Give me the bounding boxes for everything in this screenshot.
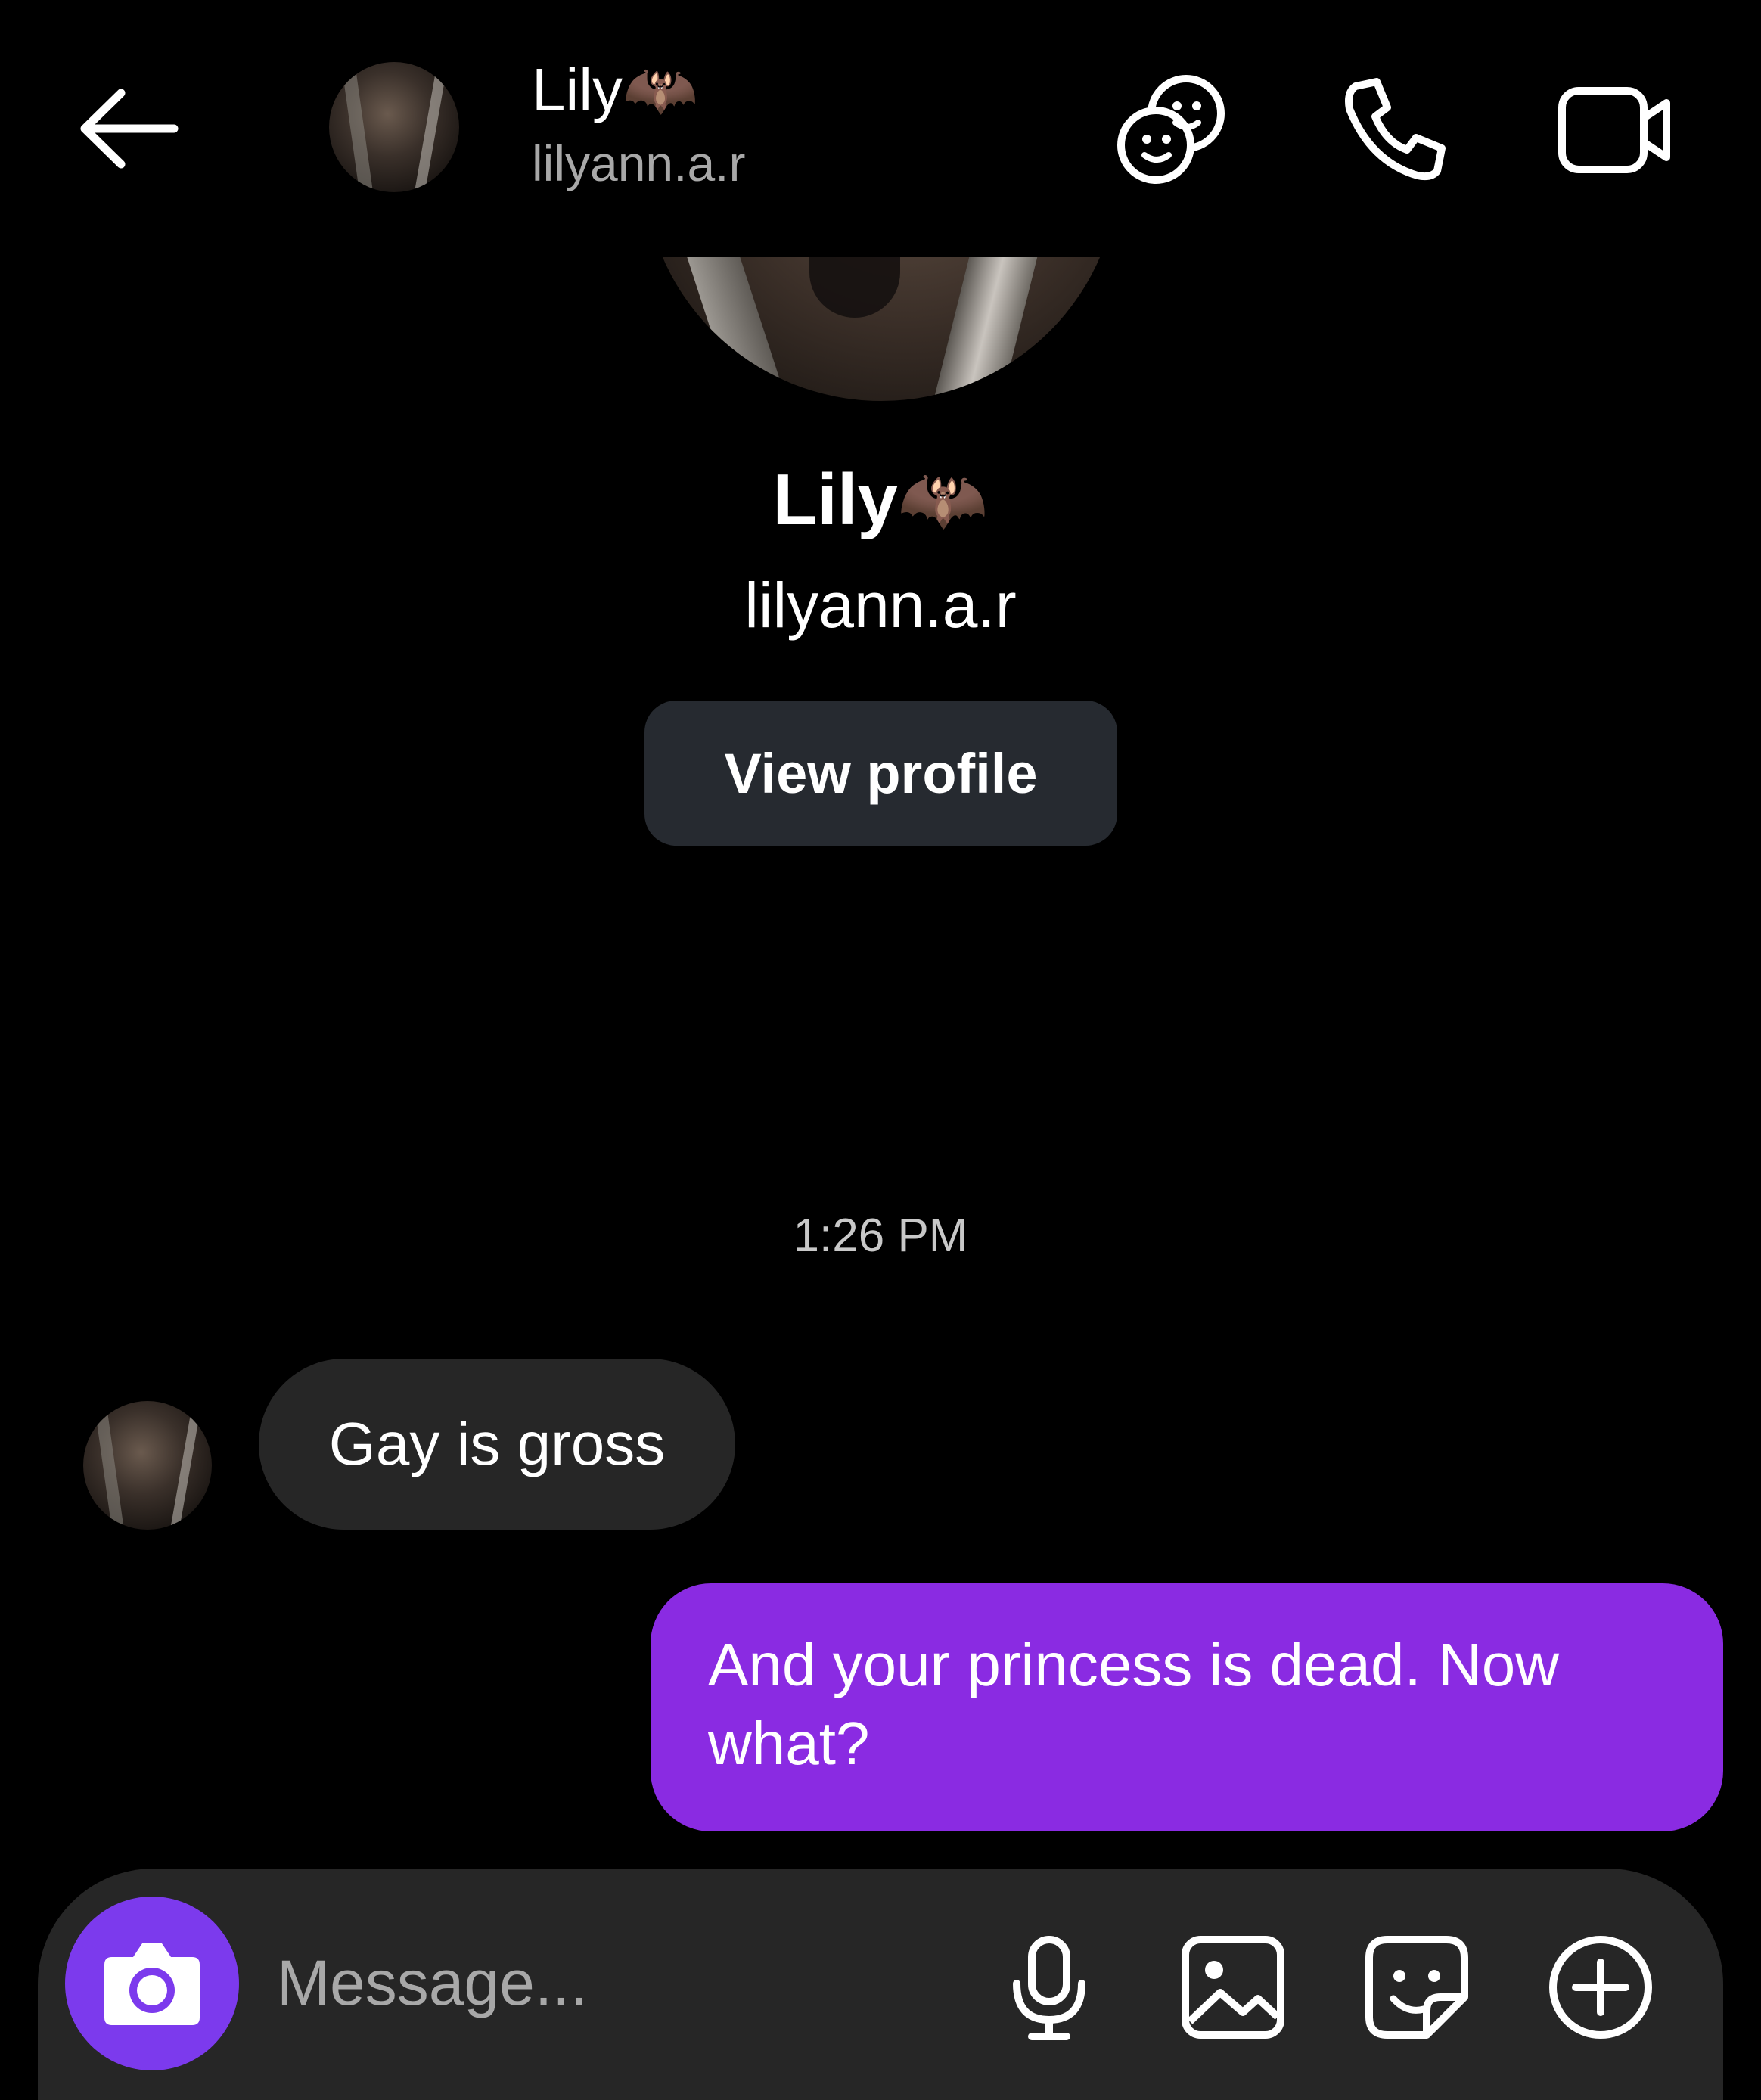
- microphone-icon: [1013, 1936, 1085, 2040]
- bat-emoji: 🦇: [897, 459, 989, 540]
- more-options-button[interactable]: [1544, 1931, 1657, 2044]
- phone-icon: [1345, 78, 1446, 181]
- video-camera-icon: [1558, 87, 1670, 173]
- incoming-message-bubble[interactable]: Gay is gross: [259, 1359, 735, 1530]
- message-timestamp: 1:26 PM: [793, 1210, 968, 1262]
- header-bar: [0, 0, 1761, 257]
- message-input[interactable]: [275, 1933, 959, 2033]
- camera-button[interactable]: [65, 1897, 239, 2070]
- sender-avatar[interactable]: [83, 1401, 212, 1530]
- plus-circle-icon: [1549, 1936, 1652, 2039]
- stickers-button[interactable]: [1110, 70, 1231, 191]
- back-arrow-icon: [80, 89, 179, 169]
- outgoing-message-bubble[interactable]: And your princess is dead. Now what?: [651, 1583, 1723, 1831]
- profile-username: lilyann.a.r: [744, 570, 1017, 641]
- sticker-icon: [1365, 1936, 1468, 2039]
- camera-icon: [104, 1943, 200, 2025]
- header-avatar[interactable]: [329, 62, 459, 192]
- gallery-icon: [1182, 1936, 1284, 2039]
- sticker-button[interactable]: [1360, 1931, 1474, 2044]
- profile-name: Lily🦇: [772, 459, 989, 540]
- stickers-faces-icon: [1117, 75, 1225, 184]
- video-call-button[interactable]: [1554, 70, 1676, 191]
- gallery-button[interactable]: [1176, 1931, 1290, 2044]
- header-username[interactable]: lilyann.a.r: [532, 135, 745, 192]
- voice-call-button[interactable]: [1333, 70, 1454, 191]
- back-button[interactable]: [68, 79, 189, 178]
- view-profile-button[interactable]: View profile: [644, 701, 1117, 846]
- bat-emoji: 🦇: [623, 56, 698, 123]
- voice-message-button[interactable]: [992, 1931, 1106, 2044]
- header-name[interactable]: Lily🦇: [532, 54, 698, 126]
